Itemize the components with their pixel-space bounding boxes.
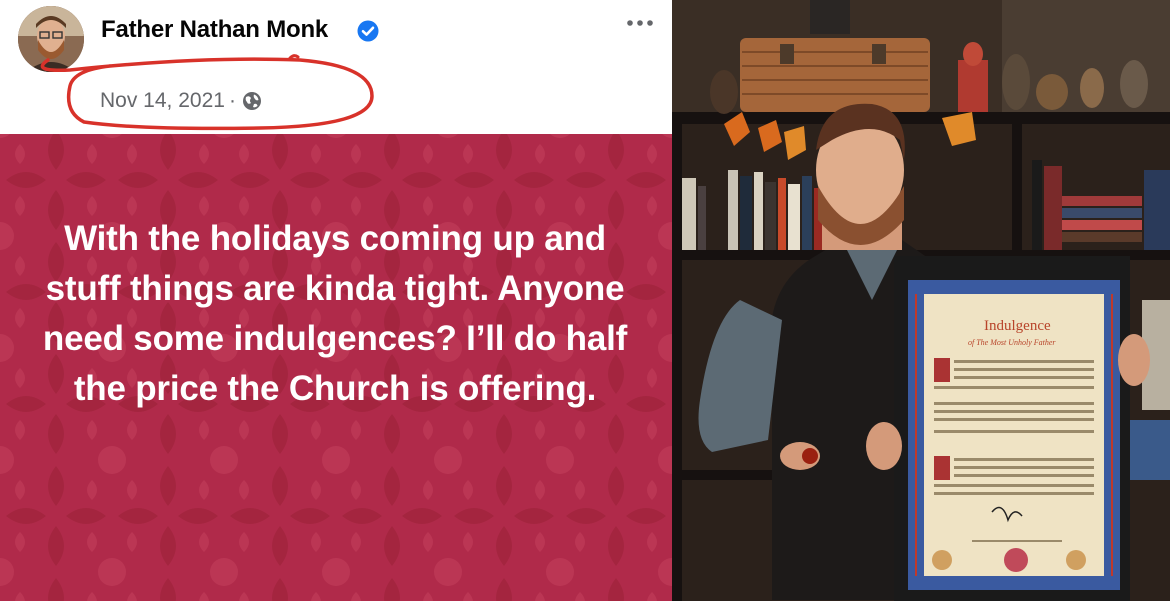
- globe-icon[interactable]: [242, 91, 262, 111]
- avatar[interactable]: [18, 6, 84, 72]
- verified-badge-icon: [357, 20, 379, 42]
- post-meta: Nov 14, 2021 ·: [100, 89, 262, 113]
- post-header: Father Nathan Monk Nov 14, 2021 ·: [0, 0, 672, 134]
- more-options-icon[interactable]: [622, 12, 658, 34]
- post-background-panel: With the holidays coming up and stuff th…: [0, 134, 672, 601]
- post-photo[interactable]: Indulgence of The Most Unholy Father: [672, 0, 1170, 601]
- certificate-title: Indulgence: [984, 318, 1051, 334]
- meta-separator: ·: [228, 89, 236, 112]
- post-text: With the holidays coming up and stuff th…: [42, 219, 628, 408]
- author-name[interactable]: Father Nathan Monk: [101, 16, 328, 44]
- post-date[interactable]: Nov 14, 2021: [100, 89, 225, 113]
- facebook-post: Father Nathan Monk Nov 14, 2021 · With t…: [0, 0, 672, 601]
- photo-illustration: [672, 0, 1170, 601]
- certificate-subtitle: of The Most Unholy Father: [968, 338, 1056, 347]
